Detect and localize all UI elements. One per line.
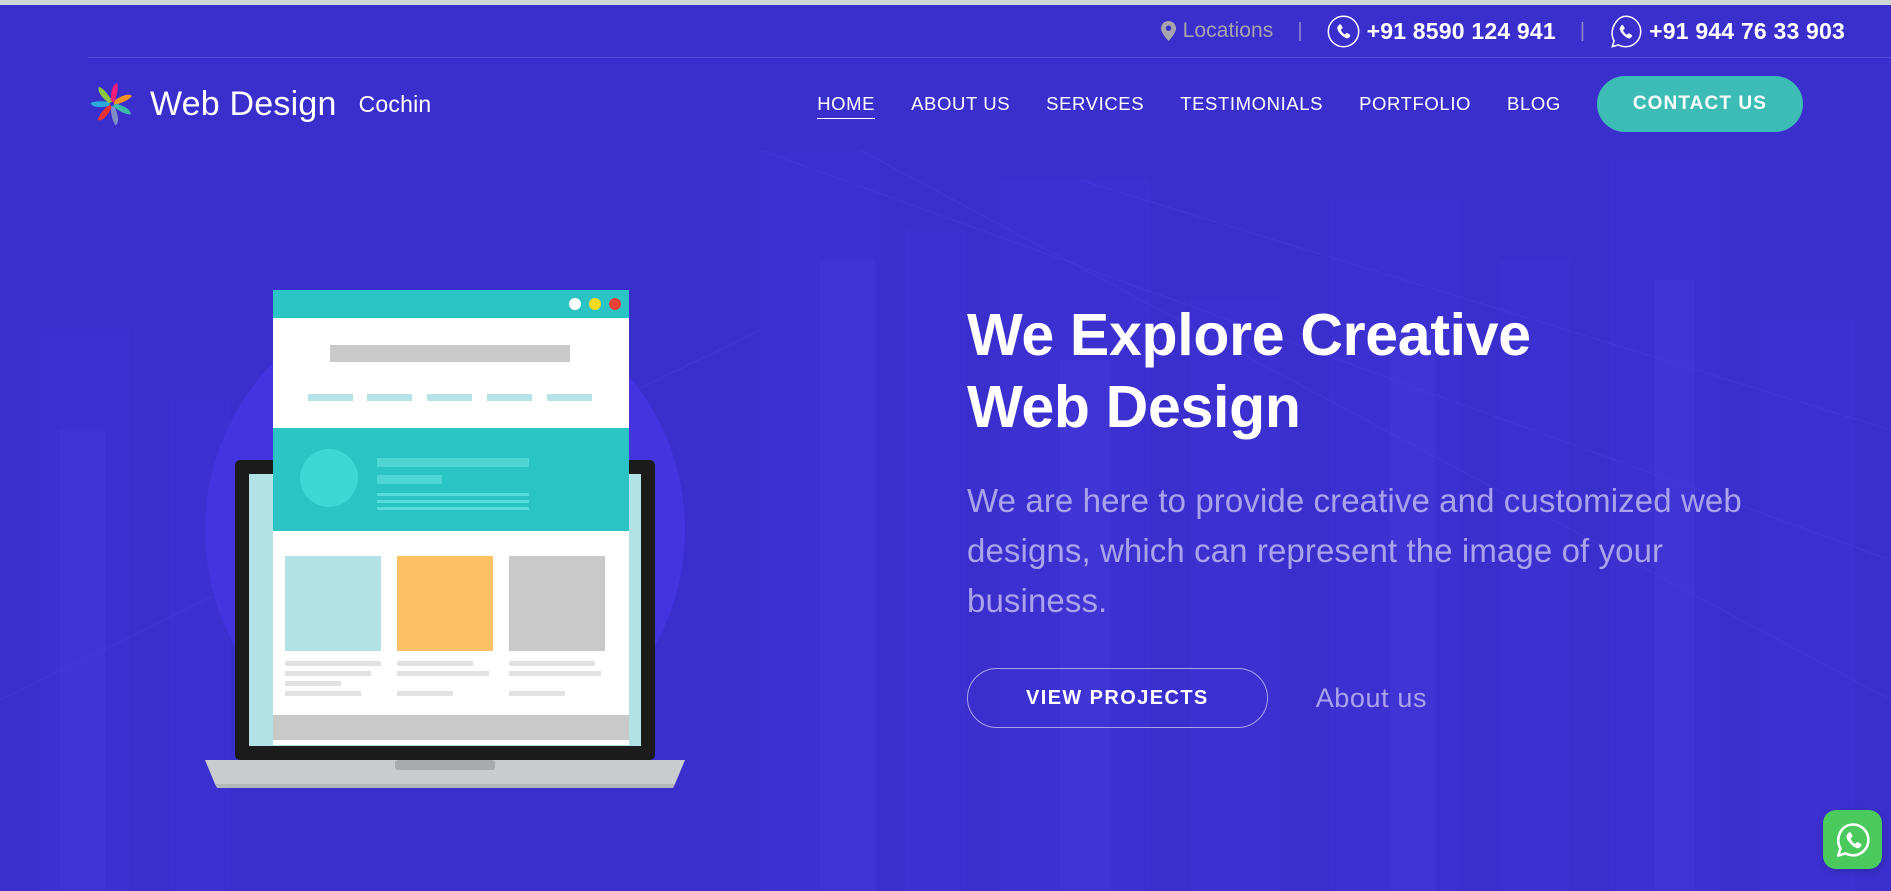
logo-subtext: Cochin: [358, 90, 432, 117]
phone-link-primary[interactable]: +91 8590 124 941: [1327, 15, 1556, 48]
whatsapp-circle-icon: [1611, 15, 1642, 48]
nav-item-home[interactable]: HOME: [817, 89, 876, 119]
view-projects-button[interactable]: VIEW PROJECTS: [967, 668, 1268, 729]
site-header: Web Design Cochin HOME ABOUT US SERVICES…: [0, 58, 1891, 150]
top-contact-bar: Locations | +91 8590 124 941 | +91 944 7…: [0, 5, 1891, 57]
map-pin-icon: [1160, 21, 1176, 41]
laptop-website-mockup: [205, 290, 685, 788]
nav-item-portfolio[interactable]: PORTFOLIO: [1359, 89, 1471, 119]
nav-item-about-us[interactable]: ABOUT US: [911, 89, 1010, 119]
whatsapp-float-button[interactable]: [1823, 810, 1882, 869]
pinwheel-logo-icon: [90, 83, 132, 126]
hero-title-line-1: We Explore Creative: [967, 302, 1531, 368]
hero-title-line-2: Web Design: [967, 373, 1301, 440]
site-logo[interactable]: Web Design Cochin: [88, 80, 431, 128]
main-navigation: HOME ABOUT US SERVICES TESTIMONIALS PORT…: [817, 76, 1803, 132]
hero-copy: We Explore Creative Web Design We are he…: [967, 300, 1747, 729]
nav-item-blog[interactable]: BLOG: [1507, 89, 1561, 119]
topbar-separator-1: |: [1297, 19, 1303, 42]
contact-us-button[interactable]: CONTACT US: [1596, 76, 1803, 132]
locations-label: Locations: [1182, 19, 1274, 42]
about-us-link[interactable]: About us: [1316, 683, 1427, 714]
nav-item-testimonials[interactable]: TESTIMONIALS: [1180, 89, 1323, 119]
hero-actions: VIEW PROJECTS About us: [967, 668, 1747, 729]
hero-title: We Explore Creative Web Design: [967, 300, 1747, 444]
top-strip: [0, 0, 1891, 5]
phone-circle-icon: [1327, 15, 1360, 47]
topbar-separator-2: |: [1579, 19, 1586, 42]
phone-number-whatsapp: +91 944 76 33 903: [1649, 17, 1845, 44]
whatsapp-icon: [1836, 822, 1870, 857]
nav-item-services[interactable]: SERVICES: [1046, 89, 1144, 119]
phone-number-primary: +91 8590 124 941: [1366, 17, 1556, 44]
page-root: Locations | +91 8590 124 941 | +91 944 7…: [0, 0, 1891, 891]
browser-window: [273, 290, 629, 745]
hero-section: We Explore Creative Web Design We are he…: [0, 150, 1891, 891]
locations-link[interactable]: Locations: [1160, 19, 1274, 43]
hero-subtitle: We are here to provide creative and cust…: [967, 481, 1742, 620]
logo-text: Web Design: [150, 85, 337, 123]
phone-link-whatsapp[interactable]: +91 944 76 33 903: [1609, 15, 1845, 48]
